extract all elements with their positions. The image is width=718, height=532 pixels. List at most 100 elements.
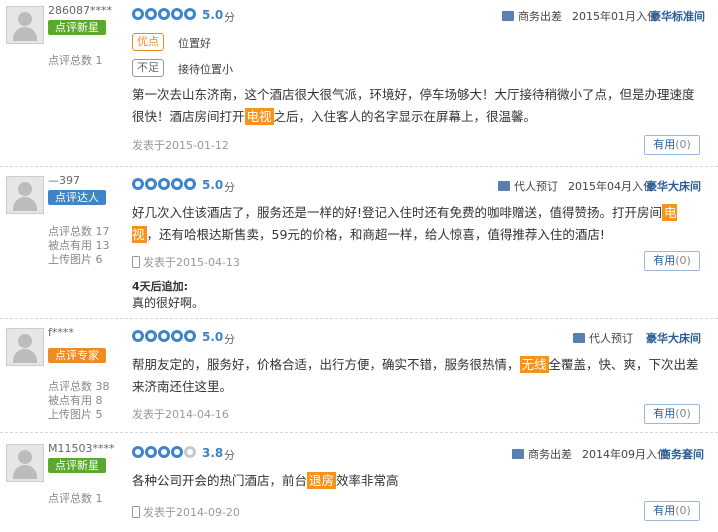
useful-button[interactable]: 有用(0) xyxy=(644,501,700,521)
trip-type-label: 商务出差 xyxy=(518,10,562,23)
trip-type-label: 代人预订 xyxy=(514,180,558,193)
review-item: M11503**** 点评新星 点评总数 1 3.8 分 商务出差 2014年0… xyxy=(0,438,718,532)
score-value: 5.0 xyxy=(202,330,224,344)
star-icon xyxy=(158,8,170,20)
keyword-highlight: 无线 xyxy=(519,356,549,373)
review-text: 好几次入住该酒店了，服务还是一样的好!登记入住时还有免费的咖啡赠送，值得赞扬。打… xyxy=(132,202,702,246)
trip-type-label: 代人预订 xyxy=(589,332,633,345)
star-icon xyxy=(184,330,196,342)
useful-count: (0) xyxy=(675,504,691,517)
star-icon xyxy=(171,330,183,342)
keyword-highlight: 电视 xyxy=(244,108,274,125)
trip-type: 商务出差 xyxy=(512,446,572,462)
uploaded-photos: 上传图片 6 xyxy=(48,253,103,266)
room-type[interactable]: 豪华大床间 xyxy=(646,330,701,346)
useful-label: 有用 xyxy=(653,504,676,517)
review-text: 各种公司开会的热门酒店，前台 退房 效率非常高 xyxy=(132,470,702,492)
room-type[interactable]: 豪华大床间 xyxy=(646,178,701,194)
trip-type: 商务出差 xyxy=(502,8,562,24)
mobile-icon xyxy=(132,256,140,268)
agent-icon xyxy=(573,333,585,343)
followup-text: 真的很好啊。 xyxy=(132,296,205,310)
review-text-part: ，还有哈根达斯售卖，59元的价格，和商超一样，给人惊喜，值得推荐入住的酒店! xyxy=(146,227,605,242)
briefcase-icon xyxy=(502,11,514,21)
score-value: 3.8 xyxy=(202,446,224,460)
room-type[interactable]: 商务套间 xyxy=(660,446,704,462)
post-date-label: 发表于2014-09-20 xyxy=(143,506,240,519)
reviewer-name[interactable]: f**** xyxy=(48,326,74,339)
reviewer-badge: 点评专家 xyxy=(48,348,106,363)
post-date: 发表于2014-04-16 xyxy=(132,408,229,421)
keyword-highlight: 退房 xyxy=(307,472,337,489)
star-icon xyxy=(171,446,183,458)
post-date: 发表于2015-04-13 xyxy=(132,254,240,270)
useful-count: (0) xyxy=(675,407,691,420)
star-icon xyxy=(132,8,144,20)
pros-tag: 优点 xyxy=(132,33,164,51)
useful-label: 有用 xyxy=(653,138,676,151)
uploaded-photos: 上传图片 5 xyxy=(48,408,103,421)
followup-label: 4天后追加: xyxy=(132,280,189,293)
star-icon xyxy=(145,446,157,458)
reviewer-badge: 点评达人 xyxy=(48,190,106,205)
agent-icon xyxy=(498,181,510,191)
useful-button[interactable]: 有用(0) xyxy=(644,251,700,271)
useful-label: 有用 xyxy=(653,407,676,420)
star-rating xyxy=(132,330,197,345)
star-rating xyxy=(132,446,197,461)
review-text: 第一次去山东济南，这个酒店很大很气派，环境好，停车场够大！大厅接待稍微小了点，但… xyxy=(132,84,702,128)
review-text: 帮朋友定的，服务好，价格合适，出行方便，确实不错，服务很热情， 无线 全覆盖，快、爽… xyxy=(132,354,702,398)
star-icon xyxy=(132,446,144,458)
score-unit: 分 xyxy=(224,333,235,346)
star-icon xyxy=(184,178,196,190)
useful-label: 有用 xyxy=(653,254,676,267)
useful-count: (0) xyxy=(675,254,691,267)
star-rating xyxy=(132,8,197,23)
pros-text: 位置好 xyxy=(178,37,211,50)
star-icon xyxy=(171,178,183,190)
review-item: f**** 点评专家 点评总数 38 被点有用 8 上传图片 5 5.0 分 代… xyxy=(0,322,718,433)
star-icon xyxy=(145,178,157,190)
reviewer-name[interactable]: 286087**** xyxy=(48,4,112,17)
star-icon xyxy=(158,330,170,342)
star-icon xyxy=(132,178,144,190)
score-unit: 分 xyxy=(224,181,235,194)
review-text-part: 好几次入住该酒店了，服务还是一样的好!登记入住时还有免费的咖啡赠送，值得赞扬。打… xyxy=(132,205,663,220)
trip-type: 代人预订 xyxy=(573,330,633,346)
checkin-date: 2015年01月入住 xyxy=(572,10,658,23)
post-date-label: 发表于2015-04-13 xyxy=(143,256,240,269)
reviewer-badge: 点评新星 xyxy=(48,20,106,35)
trip-type: 代人预订 xyxy=(498,178,558,194)
reviewer-badge: 点评新星 xyxy=(48,458,106,473)
avatar xyxy=(6,328,44,366)
score-unit: 分 xyxy=(224,449,235,462)
review-item: 286087**** 点评新星 点评总数 1 5.0 分 商务出差 2015年0… xyxy=(0,0,718,167)
review-text-part: 各种公司开会的热门酒店，前台 xyxy=(132,473,308,488)
avatar xyxy=(6,6,44,44)
star-icon xyxy=(158,446,170,458)
reviewer-name[interactable]: —397 xyxy=(48,174,80,187)
star-icon xyxy=(158,178,170,190)
useful-button[interactable]: 有用(0) xyxy=(644,135,700,155)
checkin-date: 2015年04月入住 xyxy=(568,180,654,193)
review-item: —397 点评达人 点评总数 17 被点有用 13 上传图片 6 5.0 分 代… xyxy=(0,170,718,319)
review-count: 点评总数 1 xyxy=(48,492,103,505)
useful-button[interactable]: 有用(0) xyxy=(644,404,700,424)
star-empty-icon xyxy=(184,446,196,458)
reviewer-name[interactable]: M11503**** xyxy=(48,442,114,455)
post-date: 发表于2014-09-20 xyxy=(132,504,240,520)
star-icon xyxy=(171,8,183,20)
star-rating xyxy=(132,178,197,193)
room-type[interactable]: 豪华标准间 xyxy=(650,8,705,24)
avatar xyxy=(6,176,44,214)
useful-count: (0) xyxy=(675,138,691,151)
star-icon xyxy=(132,330,144,342)
star-icon xyxy=(145,8,157,20)
cons-text: 接待位置小 xyxy=(178,63,233,76)
review-text-part: 之后，入住客人的名字显示在屏幕上，很温馨。 xyxy=(273,109,537,124)
score-value: 5.0 xyxy=(202,8,224,22)
checkin-date: 2014年09月入住 xyxy=(582,448,668,461)
score-value: 5.0 xyxy=(202,178,224,192)
star-icon xyxy=(184,8,196,20)
star-icon xyxy=(145,330,157,342)
